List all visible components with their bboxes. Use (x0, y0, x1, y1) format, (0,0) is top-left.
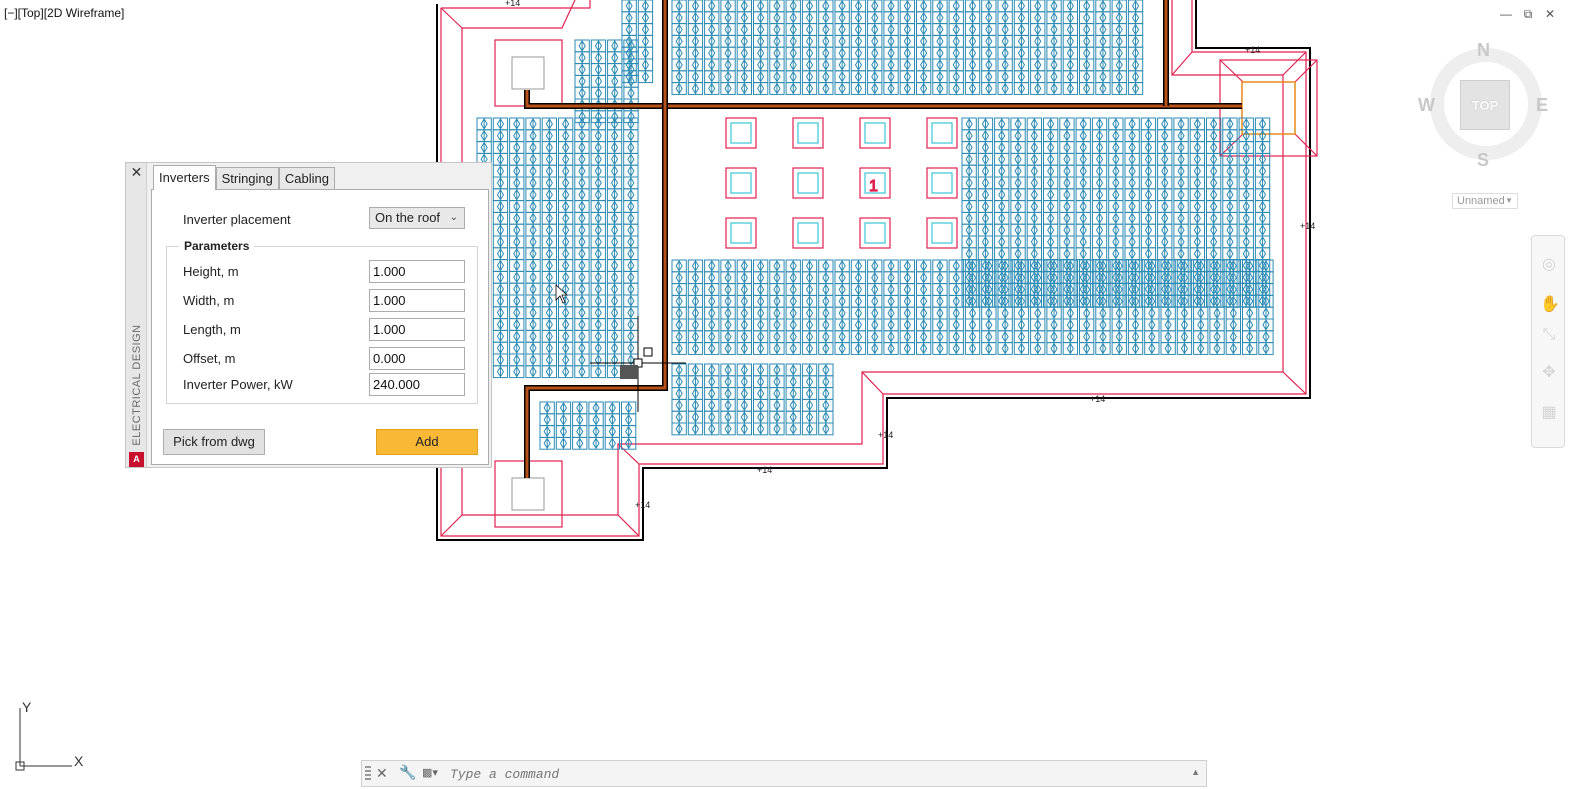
compass-south[interactable]: S (1477, 150, 1489, 171)
palette-sidebar[interactable]: ✕ ELECTRICAL DESIGN A (126, 163, 147, 467)
elevation-tag: +14 (505, 0, 520, 8)
length-field[interactable] (369, 318, 465, 341)
compass-north[interactable]: N (1477, 40, 1490, 61)
elevation-tag: +14 (1090, 394, 1105, 404)
offset-field[interactable] (369, 347, 465, 370)
command-input[interactable] (450, 764, 1190, 784)
elevation-tag: +14 (757, 465, 772, 475)
compass-east[interactable]: E (1536, 95, 1548, 116)
wrench-icon[interactable]: 🔧 (399, 764, 416, 781)
inverters-tab-panel: Inverter placement On the roof ⌄ Paramet… (151, 189, 489, 465)
chevron-down-icon: ▼ (1505, 196, 1513, 205)
close-icon[interactable]: ✕ (129, 165, 144, 180)
navigation-bar: ◎ ✋ ⤡ ✥ ▦ (1531, 235, 1565, 448)
ucs-dropdown[interactable]: Unnamed ▼ (1452, 193, 1518, 209)
viewcube[interactable]: N S E W TOP (1418, 38, 1552, 171)
pan-hand-icon[interactable]: ✋ (1540, 296, 1560, 314)
compass-west[interactable]: W (1418, 95, 1435, 116)
pick-from-dwg-button[interactable]: Pick from dwg (163, 429, 265, 455)
chevron-down-icon: ⌄ (449, 212, 458, 223)
showmotion-icon[interactable]: ▦ (1540, 404, 1558, 422)
parameters-group: Parameters Height, m Width, m Length, m … (166, 239, 478, 404)
close-icon[interactable]: ✕ (1543, 7, 1557, 22)
minimize-icon[interactable]: — (1499, 7, 1513, 22)
width-label: Width, m (183, 293, 235, 308)
elevation-tag: +14 (1300, 221, 1315, 231)
tab-inverters[interactable]: Inverters (153, 165, 216, 190)
add-button[interactable]: Add (376, 429, 478, 455)
height-field[interactable] (369, 260, 465, 283)
inverter-power-label: Inverter Power, kW (183, 377, 293, 392)
close-icon[interactable]: ✕ (376, 765, 388, 782)
viewport-window-controls: — ⧉ ✕ (1499, 7, 1557, 22)
width-field[interactable] (369, 289, 465, 312)
inverter-placement-label: Inverter placement (183, 212, 291, 227)
length-label: Length, m (183, 322, 241, 337)
ucs-x-label: X (74, 753, 84, 769)
tab-stringing[interactable]: Stringing (215, 167, 279, 189)
palette-tabs: Inverters Stringing Cabling (153, 165, 335, 190)
orbit-icon[interactable]: ✥ (1540, 364, 1558, 382)
command-prompt-icon[interactable]: ▩▾ (422, 766, 438, 779)
palette-title: ELECTRICAL DESIGN (131, 324, 143, 446)
command-line: ✕ 🔧 ▩▾ ▲ (361, 760, 1207, 787)
autocad-logo-icon: A (129, 452, 144, 467)
elevation-tag: +14 (635, 500, 650, 510)
elevation-tag: +14 (878, 430, 893, 440)
electrical-design-palette: ✕ ELECTRICAL DESIGN A Inverters Stringin… (125, 162, 492, 468)
offset-label: Offset, m (183, 351, 236, 366)
zoom-extents-icon[interactable]: ⤡ (1540, 326, 1558, 344)
inverter-block[interactable] (1241, 81, 1296, 135)
ucs-icon: Y X (15, 700, 84, 771)
elevation-tag: +14 (1245, 45, 1260, 55)
steering-wheel-icon[interactable]: ◎ (1540, 256, 1558, 274)
grip-handle[interactable] (365, 766, 371, 782)
viewcube-top-face[interactable]: TOP (1460, 80, 1510, 130)
restore-icon[interactable]: ⧉ (1521, 7, 1535, 22)
inverter-placement-value: On the roof (375, 210, 441, 225)
inverter-preview (620, 365, 638, 379)
zone-marker: 1 (869, 178, 878, 195)
ucs-dropdown-label: Unnamed (1457, 195, 1505, 207)
viewport-controls-label[interactable]: [−][Top][2D Wireframe] (4, 6, 124, 20)
parameters-title: Parameters (179, 239, 255, 253)
inverter-power-field[interactable] (369, 373, 465, 396)
inverter-placement-select[interactable]: On the roof ⌄ (369, 207, 465, 229)
chevron-up-icon[interactable]: ▲ (1191, 767, 1200, 777)
height-label: Height, m (183, 264, 239, 279)
ucs-y-label: Y (22, 700, 32, 715)
tab-cabling[interactable]: Cabling (278, 167, 335, 189)
